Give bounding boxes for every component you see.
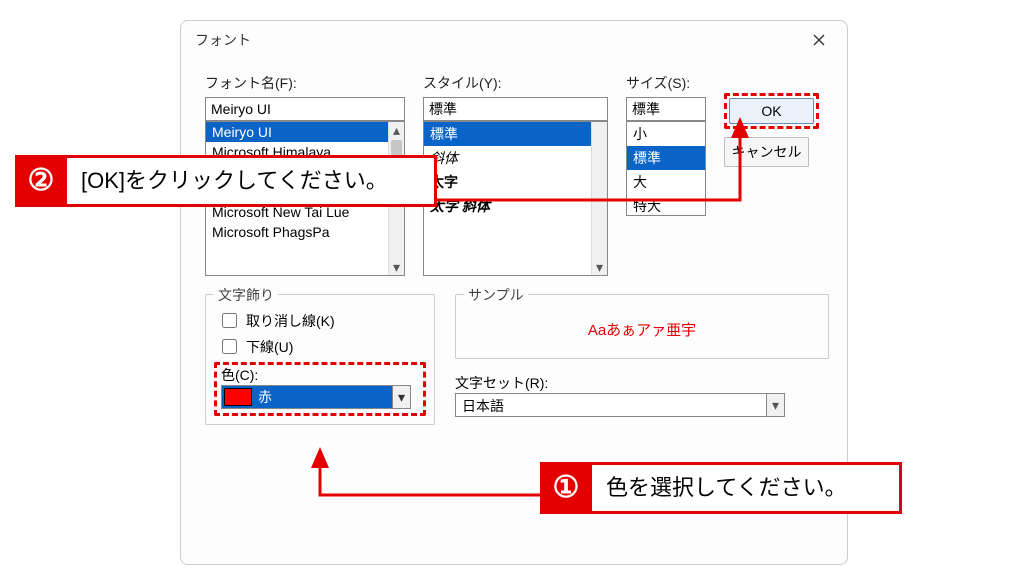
list-item[interactable]: 小 [627, 122, 705, 146]
style-label: スタイル(Y): [423, 73, 608, 93]
sample-legend: サンプル [464, 285, 528, 305]
annotation-text: [OK]をクリックしてください。 [67, 155, 437, 207]
titlebar: フォント [181, 21, 847, 55]
color-name: 赤 [254, 386, 392, 408]
strike-checkbox[interactable] [222, 313, 237, 328]
size-list[interactable]: 小 標準 大 特大 [626, 121, 706, 216]
size-input[interactable] [626, 97, 706, 121]
font-name-input[interactable] [205, 97, 405, 121]
color-swatch-icon [224, 388, 252, 406]
annotation-step-2: ② [OK]をクリックしてください。 [15, 155, 437, 207]
effects-legend: 文字飾り [214, 285, 278, 305]
list-item[interactable]: 太字 斜体 [424, 194, 607, 218]
font-name-label: フォント名(F): [205, 73, 405, 93]
color-combo[interactable]: 赤 ▾ [221, 385, 411, 409]
underline-row[interactable]: 下線(U) [218, 336, 422, 357]
list-item[interactable]: 特大 [627, 194, 705, 216]
sample-text: Aaあぁアァ亜宇 [468, 305, 816, 346]
list-item[interactable]: 太字 [424, 170, 607, 194]
underline-label: 下線(U) [246, 337, 293, 357]
color-label: 色(C): [221, 367, 258, 383]
underline-checkbox[interactable] [222, 339, 237, 354]
strike-row[interactable]: 取り消し線(K) [218, 310, 422, 331]
list-item[interactable]: 標準 [424, 122, 607, 146]
sample-group: サンプル Aaあぁアァ亜宇 [455, 294, 829, 359]
script-label: 文字セット(R): [455, 373, 785, 393]
annotation-step-1: ① 色を選択してください。 [540, 462, 902, 514]
annotation-badge: ① [540, 462, 592, 514]
list-item[interactable]: Microsoft PhagsPa [206, 222, 404, 242]
cancel-button[interactable]: キャンセル [724, 137, 809, 167]
style-list[interactable]: 標準 斜体 太字 太字 斜体 ▾ [423, 121, 608, 276]
close-icon [813, 34, 825, 46]
script-value: 日本語 [456, 394, 766, 416]
dialog-content: フォント名(F): Meiryo UI Microsoft Himalaya M… [181, 55, 847, 435]
color-highlight: 色(C): 赤 ▾ [214, 362, 426, 416]
dialog-title: フォント [195, 30, 251, 50]
script-combo[interactable]: 日本語 ▾ [455, 393, 785, 417]
annotation-badge: ② [15, 155, 67, 207]
style-input[interactable] [423, 97, 608, 121]
list-item[interactable]: Meiryo UI [206, 122, 404, 142]
scroll-down-icon[interactable]: ▾ [592, 259, 607, 275]
list-item[interactable]: 大 [627, 170, 705, 194]
close-button[interactable] [805, 29, 833, 51]
scroll-up-icon[interactable]: ▴ [389, 122, 404, 138]
strike-label: 取り消し線(K) [246, 311, 335, 331]
scrollbar[interactable]: ▾ [591, 122, 607, 275]
annotation-text: 色を選択してください。 [592, 462, 902, 514]
size-label: サイズ(S): [626, 73, 706, 93]
list-item[interactable]: 標準 [627, 146, 705, 170]
effects-group: 文字飾り 取り消し線(K) 下線(U) 色(C): 赤 ▾ [205, 294, 435, 425]
scroll-down-icon[interactable]: ▾ [389, 259, 404, 275]
list-item[interactable]: 斜体 [424, 146, 607, 170]
ok-button[interactable]: OK [729, 98, 814, 124]
chevron-down-icon[interactable]: ▾ [392, 386, 410, 408]
ok-highlight: OK [724, 93, 819, 129]
chevron-down-icon[interactable]: ▾ [766, 394, 784, 416]
